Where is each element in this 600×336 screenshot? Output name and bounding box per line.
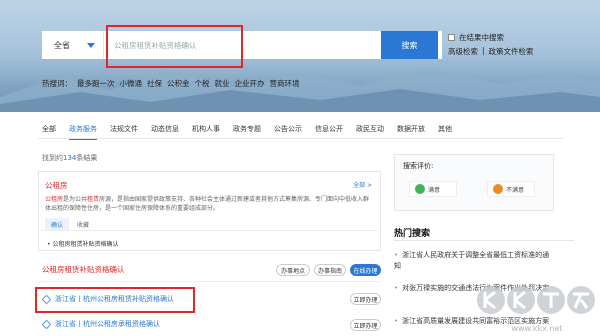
count-prefix: 找到约 [42, 154, 63, 162]
result-title[interactable]: 公租房 [45, 180, 374, 191]
search-evaluation: 搜索评价: 满意 不满意 [394, 154, 554, 211]
hot-words: 热搜词： 最多跑一次 小微通 社保 公积金 个税 就业 企业开办 营商环境 [42, 78, 300, 89]
cube-icon [41, 319, 52, 329]
divider [394, 240, 574, 241]
sub-item[interactable]: • 公租房租赁补贴资格确认 [41, 230, 378, 256]
policy-search-link[interactable]: 政策文件检索 [489, 46, 534, 57]
hot-word[interactable]: 营商环境 [270, 78, 300, 89]
satisfied-button[interactable]: 满意 [409, 181, 457, 197]
apply-now-button[interactable]: 立即办理 [350, 293, 381, 305]
hot-word[interactable]: 企业开办 [235, 78, 265, 89]
watermark-logo: www.kkx.net [477, 286, 595, 333]
location-button[interactable]: 办事地点 [276, 264, 310, 276]
search-button[interactable]: 搜索 [381, 31, 438, 59]
result-card: 公租房 全部 > 公租房是为公共租赁房源，是指由国家提供政策支持、各种社会主体通… [38, 171, 381, 251]
guide-button[interactable]: 办事指南 [314, 264, 346, 276]
advanced-search-link[interactable]: 高级检索 [448, 46, 478, 57]
hot-words-label: 热搜词： [42, 79, 72, 88]
online-apply-button[interactable]: 在线办理 [350, 264, 381, 276]
scope-select[interactable]: 全省 [42, 31, 104, 59]
frown-icon [493, 184, 503, 194]
hot-word[interactable]: 就业 [215, 78, 230, 89]
unsatisfied-label: 不满意 [506, 186, 525, 194]
hot-word[interactable]: 社保 [147, 78, 162, 89]
hot-word[interactable]: 小微通 [120, 78, 143, 89]
scope-label: 全省 [54, 40, 70, 50]
search-links: 高级检索 | 政策文件检索 [448, 46, 534, 57]
unsatisfied-button[interactable]: 不满意 [487, 181, 535, 197]
hot-word[interactable]: 最多跑一次 [77, 78, 115, 89]
desc-text: 是为公共 [63, 196, 88, 203]
hot-search-title: 热门搜索 [394, 229, 431, 239]
in-results-checkbox[interactable]: 在结果中搜索 [448, 32, 504, 43]
satisfied-label: 满意 [428, 186, 441, 194]
highlight-box [106, 25, 243, 68]
divider: | [482, 46, 485, 55]
in-results-label: 在结果中搜索 [459, 33, 504, 42]
count-number: 134 [63, 154, 77, 162]
svg-text:www.kkx.net: www.kkx.net [511, 324, 562, 333]
more-link[interactable]: 全部 > [353, 180, 372, 189]
count-suffix: 条结果 [76, 154, 98, 162]
tab-divider [38, 138, 563, 139]
desc-keyword: 公租房 [45, 196, 64, 203]
apply-now-button[interactable]: 立即办理 [350, 319, 381, 331]
result-count: 找到约134条结果 [42, 153, 97, 163]
sub-item-label: 公租房租赁补贴资格确认 [52, 241, 119, 248]
service-title[interactable]: 公租房租赁补贴资格确认 [42, 264, 125, 275]
divider [38, 281, 381, 282]
hot-news-item[interactable]: 浙江省人民政府关于调整全省最低工资标准的通知 [394, 250, 554, 272]
list-item[interactable]: 浙江省丨杭州公租房承租资格确认 [41, 319, 160, 329]
desc-keyword: 租赁 [87, 196, 100, 203]
hot-word[interactable]: 公积金 [167, 78, 190, 89]
chevron-down-icon [87, 42, 95, 48]
result-description: 公租房是为公共租赁房源，是指由国家提供政策支持、各种社会主体通过新建或者其他方式… [45, 195, 374, 213]
smile-icon [415, 184, 425, 194]
highlight-box [35, 287, 195, 313]
evaluation-title: 搜索评价: [403, 162, 434, 170]
list-item-label: 浙江省丨杭州公租房承租资格确认 [55, 320, 160, 328]
checkbox-icon[interactable] [448, 34, 455, 41]
hot-word[interactable]: 个税 [195, 78, 210, 89]
